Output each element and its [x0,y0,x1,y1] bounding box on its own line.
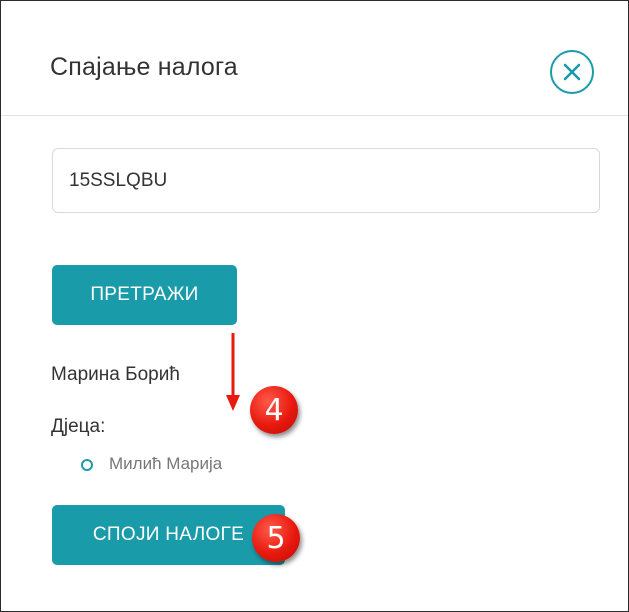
found-account-name: Марина Борић [51,364,180,385]
children-label: Дјеца: [51,416,106,437]
close-button[interactable] [550,50,594,94]
account-code-input[interactable] [52,148,600,213]
annotation-badge-5: 5 [252,514,300,562]
merge-accounts-button[interactable]: СПОЈИ НАЛОГЕ [52,505,285,565]
close-icon [563,63,581,81]
dialog-header: Спајање налога [1,1,628,116]
merge-accounts-dialog: Спајање налога ПРЕТРАЖИ Марина Борић Дје… [0,0,629,612]
annotation-badge-4: 4 [250,386,298,434]
dialog-title: Спајање налога [50,53,238,81]
annotation-arrow-icon [226,333,240,411]
child-name: Милић Марија [109,454,223,473]
bullet-icon [81,459,93,471]
search-button[interactable]: ПРЕТРАЖИ [52,265,237,325]
